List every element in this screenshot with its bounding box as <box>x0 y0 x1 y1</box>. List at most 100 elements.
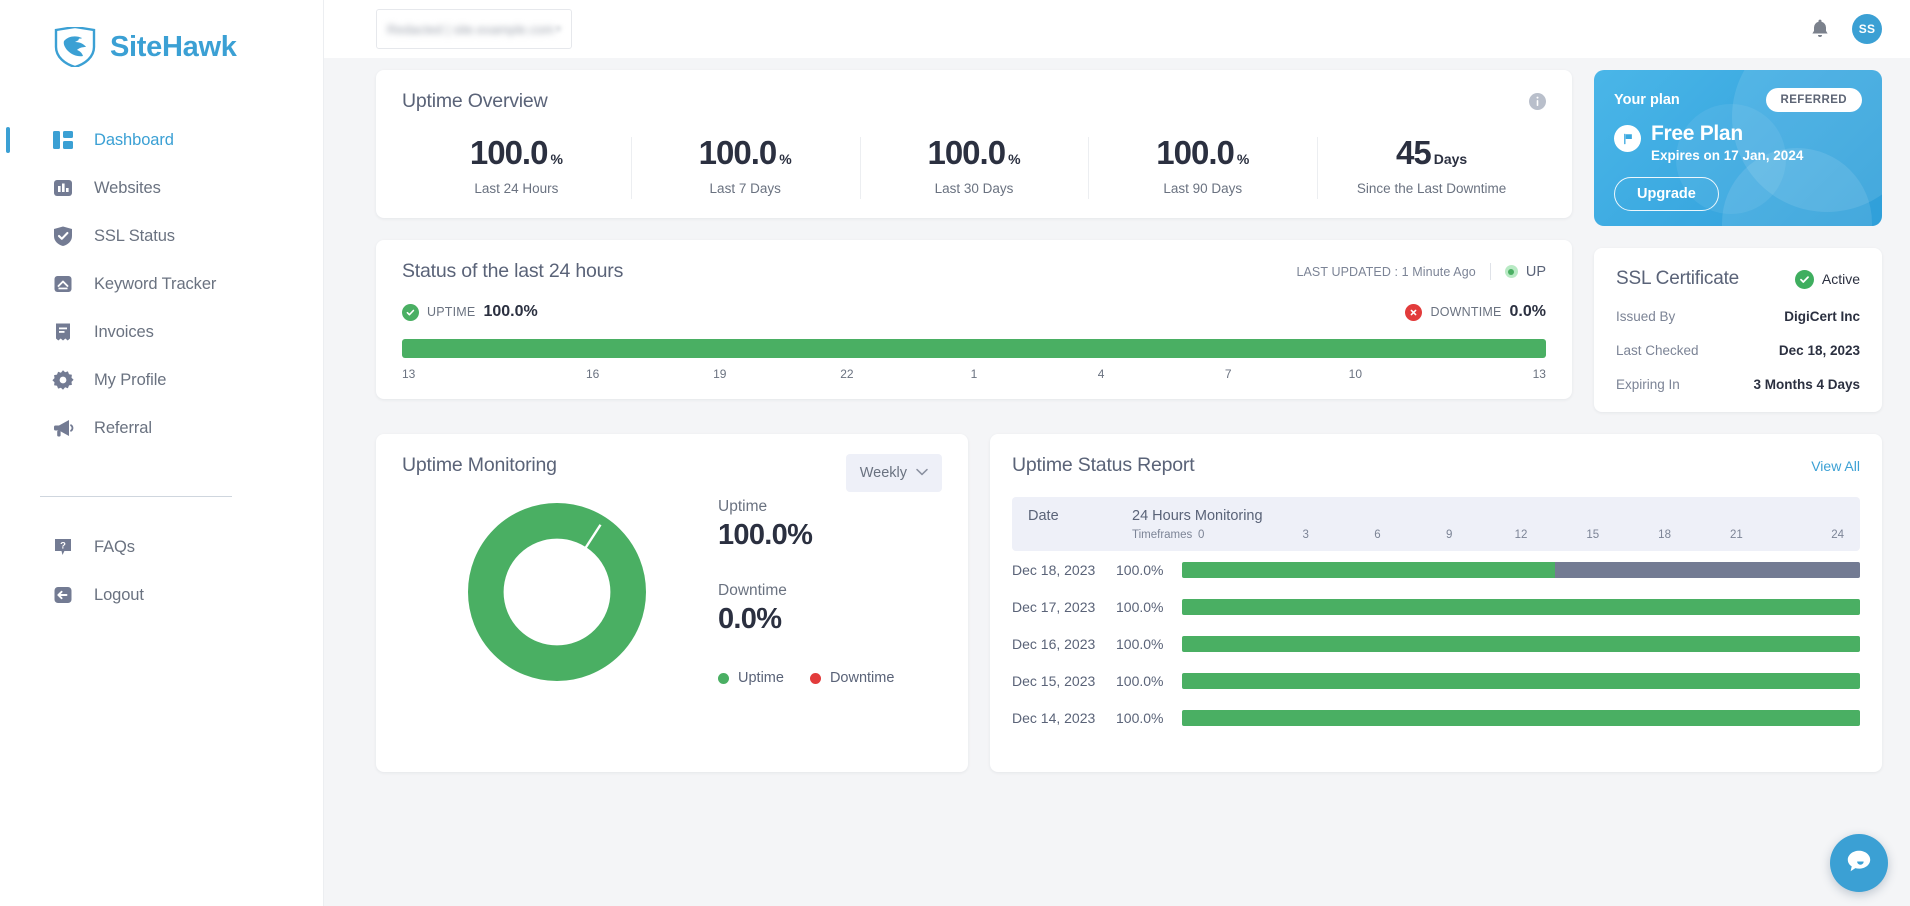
main-area: Redacted | site.example.com ▾ SS <box>324 0 1910 906</box>
sidebar-item-logout[interactable]: Logout <box>0 571 323 619</box>
stat-value: 100.0 <box>927 134 1005 171</box>
shield-check-icon <box>52 225 74 247</box>
stat-label: Last 30 Days <box>866 181 1083 196</box>
row-bar-uptime <box>1182 599 1860 615</box>
stat-value: 45 <box>1396 134 1431 171</box>
brand[interactable]: SiteHawk <box>0 0 323 72</box>
uptime-overview-stats: 100.0% Last 24 Hours 100.0% Last 7 Days … <box>402 135 1546 196</box>
sidebar-item-invoices[interactable]: Invoices <box>0 308 323 356</box>
report-table-header: Date 24 Hours Monitoring Timeframes 0 3 … <box>1012 497 1860 551</box>
stat-label: Last 24 Hours <box>408 181 625 196</box>
table-row[interactable]: Dec 15, 2023 100.0% <box>1012 662 1860 699</box>
bottom-grid: Uptime Monitoring Weekly <box>376 434 1882 772</box>
sidebar-item-label: FAQs <box>94 538 135 557</box>
sidebar-item-my-profile[interactable]: My Profile <box>0 356 323 404</box>
view-all-link[interactable]: View All <box>1811 458 1860 474</box>
row-bar-uptime <box>1182 636 1860 652</box>
downtime-label: DOWNTIME <box>1430 305 1501 319</box>
sidebar-item-ssl-status[interactable]: SSL Status <box>0 212 323 260</box>
status-24h-meta: LAST UPDATED : 1 Minute Ago UP <box>1296 263 1546 280</box>
tick-label: 13 <box>1419 367 1546 381</box>
sidebar-item-websites[interactable]: Websites <box>0 164 323 212</box>
sidebar-item-label: Referral <box>94 419 152 438</box>
period-select[interactable]: Weekly <box>846 454 942 492</box>
referred-badge[interactable]: REFERRED <box>1766 88 1862 112</box>
donut-svg <box>468 503 646 681</box>
keyword-tracker-icon <box>52 273 74 295</box>
status-24h-kpis: UPTIME 100.0% DOWNTIME 0.0% <box>402 303 1546 321</box>
ssl-certificate-card: SSL Certificate Active Issued By DigiCer… <box>1594 248 1882 412</box>
dashboard-content: Uptime Overview 100.0% <box>324 58 1910 772</box>
row-bar <box>1182 562 1860 578</box>
timeframe-tick: 12 <box>1485 529 1557 541</box>
uptime-status-report-card: Uptime Status Report View All Date 24 Ho… <box>990 434 1882 772</box>
row-bar-uptime <box>1182 673 1860 689</box>
topbar-right: SS <box>1810 14 1882 44</box>
tick-label: 4 <box>1038 367 1165 381</box>
tick-label: 10 <box>1292 367 1419 381</box>
uptime-value: 100.0% <box>483 303 537 321</box>
uptime-overview-card: Uptime Overview 100.0% <box>376 70 1572 218</box>
sidebar-item-label: Websites <box>94 179 161 198</box>
check-circle-icon <box>1795 270 1814 289</box>
info-icon[interactable] <box>1529 93 1546 110</box>
topbar: Redacted | site.example.com ▾ SS <box>324 0 1910 58</box>
bell-icon[interactable] <box>1810 18 1830 40</box>
table-row[interactable]: Dec 18, 2023 100.0% <box>1012 551 1860 588</box>
right-column: Your plan REFERRED Free Pla <box>1594 70 1882 412</box>
stat-unit: % <box>1008 151 1020 167</box>
uptime-kpi: UPTIME 100.0% <box>402 303 538 321</box>
ssl-status-badge: Active <box>1795 270 1860 289</box>
check-icon <box>402 304 419 321</box>
table-row[interactable]: Dec 16, 2023 100.0% <box>1012 625 1860 662</box>
ssl-title: SSL Certificate <box>1616 268 1739 290</box>
sidebar-item-referral[interactable]: Referral <box>0 404 323 452</box>
sidebar-item-keyword-tracker[interactable]: Keyword Tracker <box>0 260 323 308</box>
ssl-status-label: Active <box>1822 271 1860 287</box>
ssl-row-issued-by: Issued By DigiCert Inc <box>1616 309 1860 324</box>
timeframe-tick: 18 <box>1629 529 1701 541</box>
sidebar-item-faqs[interactable]: ? FAQs <box>0 523 323 571</box>
table-row[interactable]: Dec 17, 2023 100.0% <box>1012 588 1860 625</box>
chevron-down-icon <box>916 467 928 479</box>
sidebar-item-label: Dashboard <box>94 131 174 150</box>
flag-icon <box>1614 125 1641 152</box>
timeframes-label: Timeframes <box>1132 529 1198 541</box>
status-badge-label: UP <box>1526 264 1546 280</box>
chat-widget-button[interactable] <box>1830 834 1888 892</box>
ssl-header: SSL Certificate Active <box>1616 268 1860 290</box>
ssl-value: 3 Months 4 Days <box>1753 377 1860 392</box>
ssl-value: Dec 18, 2023 <box>1779 343 1860 358</box>
report-header: Uptime Status Report View All <box>1012 454 1860 477</box>
timeframe-tick: 9 <box>1413 529 1485 541</box>
column-header-monitoring: 24 Hours Monitoring <box>1132 508 1263 524</box>
tick-label: 13 <box>402 367 529 381</box>
row-bar-uptime <box>1182 710 1860 726</box>
row-date: Dec 14, 2023 <box>1012 710 1116 726</box>
dashboard-icon <box>52 129 74 151</box>
timeframe-tick: 24 <box>1772 529 1844 541</box>
period-select-value: Weekly <box>860 465 907 481</box>
chat-bubble-icon <box>1845 847 1873 880</box>
uptime-timeline-bar <box>402 339 1546 358</box>
plan-name: Free Plan <box>1651 122 1803 146</box>
stat-unit: % <box>779 151 791 167</box>
tick-label: 22 <box>783 367 910 381</box>
ssl-value: DigiCert Inc <box>1784 309 1860 324</box>
legend-item-downtime: Downtime <box>810 670 894 686</box>
avatar[interactable]: SS <box>1852 14 1882 44</box>
bar-chart-icon <box>52 177 74 199</box>
sidebar-item-dashboard[interactable]: Dashboard <box>0 116 323 164</box>
ssl-row-expiring-in: Expiring In 3 Months 4 Days <box>1616 377 1860 392</box>
upgrade-button[interactable]: Upgrade <box>1614 177 1719 211</box>
monitoring-downtime-label: Downtime <box>718 582 894 600</box>
table-row[interactable]: Dec 14, 2023 100.0% <box>1012 699 1860 736</box>
sidebar-nav: Dashboard Websites <box>0 116 323 452</box>
plan-heading: Your plan <box>1614 92 1680 108</box>
monitoring-uptime-label: Uptime <box>718 498 894 516</box>
site-select-dropdown[interactable]: Redacted | site.example.com ▾ <box>376 9 572 49</box>
report-table: Date 24 Hours Monitoring Timeframes 0 3 … <box>1012 497 1860 736</box>
stat-last-24-hours: 100.0% Last 24 Hours <box>402 135 631 196</box>
legend-dot-icon <box>810 673 821 684</box>
row-percent: 100.0% <box>1116 562 1182 578</box>
